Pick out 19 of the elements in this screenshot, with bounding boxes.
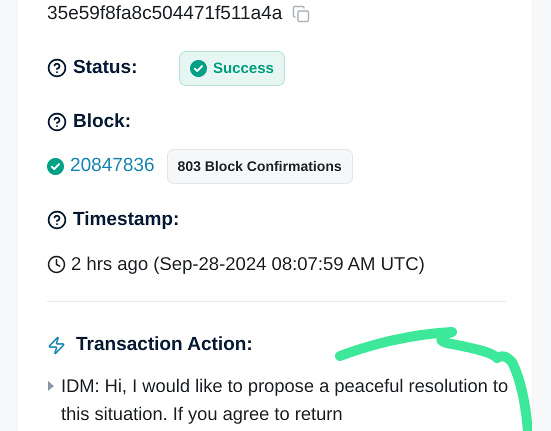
help-icon: [47, 210, 67, 230]
block-number-link[interactable]: 20847836: [70, 155, 155, 177]
check-icon: [47, 158, 64, 174]
expand-caret-icon[interactable]: [47, 381, 55, 391]
help-icon: [47, 58, 67, 78]
status-badge: Success: [179, 50, 285, 86]
check-icon: [190, 60, 207, 76]
copy-icon[interactable]: [292, 5, 310, 23]
action-message: IDM: Hi, I would like to propose a peaceful resolution to this situation. If you agree to return: [61, 374, 510, 426]
block-label: Block:: [73, 111, 132, 133]
help-icon: [47, 112, 67, 132]
timestamp-value: 2 hrs ago (Sep-28-2024 08:07:59 AM UTC): [71, 253, 425, 275]
timestamp-label: Timestamp:: [73, 209, 180, 231]
transaction-hash: 35e59f8fa8c504471f511a4a: [47, 3, 282, 25]
lightning-icon: [47, 336, 66, 354]
transaction-action-label: Transaction Action:: [76, 334, 253, 356]
clock-icon: [47, 254, 66, 274]
status-label: Status:: [73, 57, 138, 79]
confirmations-badge: 803 Block Confirmations: [166, 148, 353, 184]
